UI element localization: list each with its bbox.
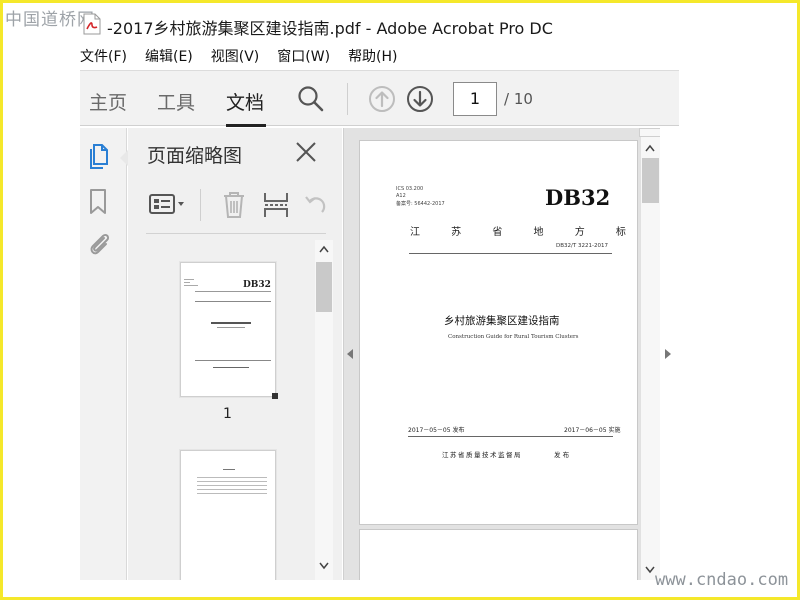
doc-scroll-down-icon[interactable]: [645, 566, 655, 574]
pdf-file-icon: [83, 13, 101, 35]
tab-tools[interactable]: 工具: [157, 88, 195, 115]
status-strip: [80, 580, 680, 597]
delete-icon[interactable]: [221, 190, 247, 220]
doc-header-rule: [409, 253, 612, 254]
thumbnail-options-icon[interactable]: [148, 192, 188, 216]
page-thumbnails-icon[interactable]: [86, 142, 112, 170]
menu-window[interactable]: 窗口(W): [277, 44, 340, 68]
doc-release-date: 2017－05－05 发布: [408, 427, 465, 434]
thumbnail-page-1[interactable]: DB32: [180, 262, 278, 399]
doc-meta-ics: ICS 03.200: [396, 186, 424, 192]
doc-footer-rule: [408, 436, 613, 437]
page-total-label: / 10: [504, 90, 533, 108]
thumbnail-pane: 页面缩略图 DB32 1: [128, 128, 342, 585]
tab-home[interactable]: 主页: [89, 88, 127, 115]
thumbnail-scrollbar[interactable]: [315, 240, 333, 580]
thumbnail-scroll-thumb[interactable]: [316, 262, 332, 312]
doc-effective-date: 2017－06－05 实施: [564, 427, 621, 434]
doc-number: DB32/T 3221-2017: [556, 243, 608, 249]
thumbnail-page-2[interactable]: [180, 450, 276, 585]
toolbar: 主页 工具 文档 1 / 10: [80, 70, 679, 127]
tab-document[interactable]: 文档: [226, 88, 264, 115]
document-view[interactable]: ICS 03.200 A12 备案号: 56442-2017 DB32 江 苏 …: [343, 128, 676, 589]
active-tab-indicator: [226, 124, 266, 127]
menu-file[interactable]: 文件(F): [80, 44, 137, 68]
next-page-icon[interactable]: [406, 85, 434, 113]
previous-page-icon[interactable]: [368, 85, 396, 113]
thumbnail-label-1: 1: [223, 406, 232, 422]
title-bar: 中国道桥网 -2017乡村旅游集聚区建设指南.pdf - Adobe Acrob…: [3, 3, 797, 43]
thumbnail-toolbar: [128, 184, 342, 228]
scroll-up-icon[interactable]: [319, 245, 329, 253]
next-page-arrow-icon[interactable]: [664, 348, 672, 360]
attachment-icon[interactable]: [86, 230, 112, 258]
menu-view[interactable]: 视图(V): [211, 44, 270, 68]
bookmark-icon[interactable]: [88, 188, 108, 216]
document-page-1: ICS 03.200 A12 备案号: 56442-2017 DB32 江 苏 …: [359, 140, 667, 525]
search-icon[interactable]: [297, 85, 325, 113]
doc-meta-record: 备案号: 56442-2017: [396, 201, 445, 207]
undo-icon[interactable]: [302, 192, 328, 220]
toolbar-separator: [347, 83, 348, 115]
doc-scroll-up-icon[interactable]: [645, 144, 655, 152]
window-title: -2017乡村旅游集聚区建设指南.pdf - Adobe Acrobat Pro…: [107, 19, 553, 38]
doc-issuer-suffix: 发 布: [554, 451, 570, 459]
doc-title-cn: 乡村旅游集聚区建设指南: [444, 315, 560, 327]
menu-bar: 文件(F) 编辑(E) 视图(V) 窗口(W) 帮助(H): [80, 44, 416, 68]
doc-title-en: Construction Guide for Rural Tourism Clu…: [448, 334, 579, 340]
menu-help[interactable]: 帮助(H): [348, 44, 407, 68]
close-icon[interactable]: [294, 140, 318, 164]
doc-meta-class: A12: [396, 193, 406, 199]
previous-page-arrow-icon[interactable]: [346, 348, 354, 360]
menu-edit[interactable]: 编辑(E): [145, 44, 203, 68]
document-scrollbar[interactable]: [639, 128, 661, 580]
document-scroll-thumb[interactable]: [642, 158, 659, 203]
scroll-down-icon[interactable]: [319, 562, 329, 570]
doc-standard-code: DB32: [545, 185, 611, 210]
navigation-rail: [80, 128, 127, 580]
pane-divider: [146, 233, 326, 234]
active-panel-pointer: [120, 150, 128, 166]
doc-issuer: 江苏省质量技术监督局: [442, 451, 522, 459]
page-number-input[interactable]: 1: [453, 82, 497, 116]
tool-separator: [200, 189, 201, 221]
pane-title: 页面缩略图: [147, 145, 243, 167]
watermark-url: www.cndao.com: [655, 570, 789, 590]
document-right-margin: [660, 128, 676, 580]
watermark-logo: 中国道桥网: [5, 10, 95, 30]
extract-icon[interactable]: [262, 190, 290, 220]
